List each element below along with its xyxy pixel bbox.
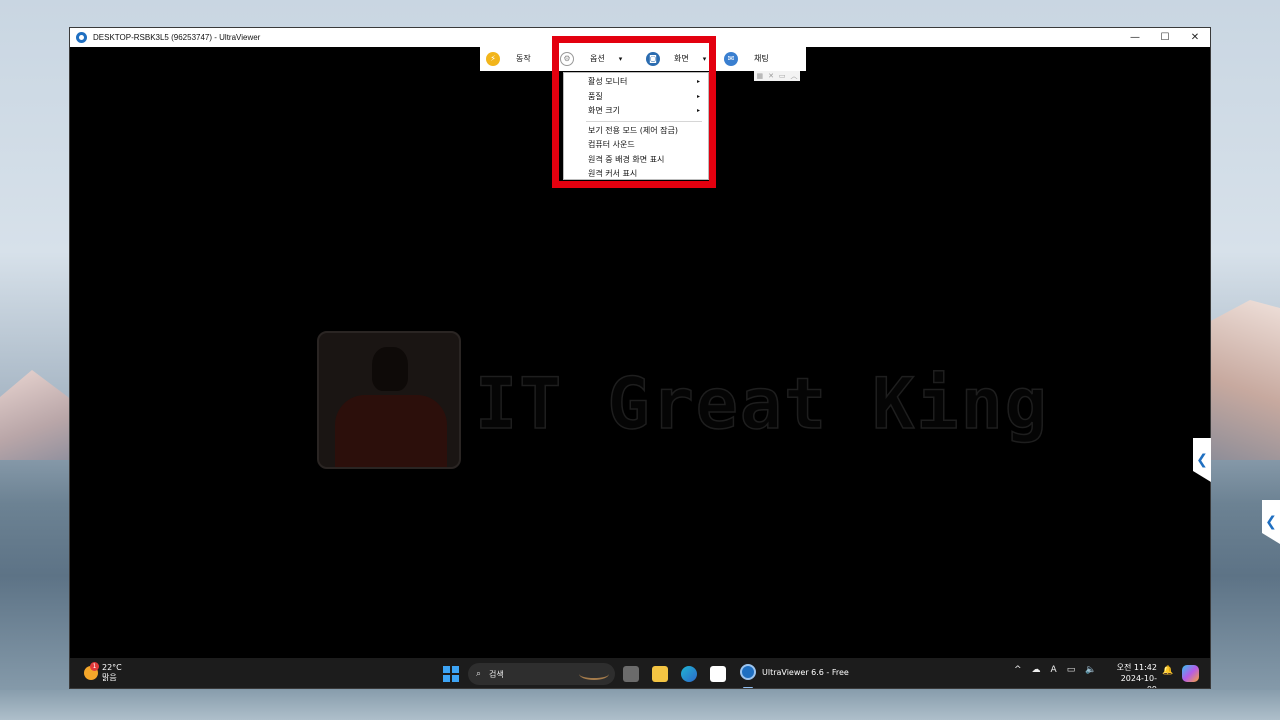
menu-item-label: 화면 크기 <box>588 106 620 115</box>
task-view-icon[interactable] <box>623 666 639 682</box>
toolbar-action-button[interactable]: ⚡ 동작 <box>486 46 560 71</box>
toolbar-screen-button[interactable]: ◙ 화면 ▾ <box>646 46 724 71</box>
system-tray: ^ ☁ A ▭ 🔈 <box>1014 665 1096 675</box>
options-chevron-down-icon[interactable]: ▾ <box>619 55 623 63</box>
menu-item-label: 활성 모니터 <box>588 77 628 86</box>
tray-chevron-up-icon[interactable]: ^ <box>1014 665 1022 675</box>
clock-time: 오전 11:42 <box>1116 663 1157 672</box>
taskbar-ultraviewer-app[interactable]: UltraViewer 6.6 - Free <box>740 664 849 680</box>
taskbar-ultraviewer-label: UltraViewer 6.6 - Free <box>762 667 849 677</box>
menu-item-active-monitor[interactable]: 활성 모니터 ▸ <box>564 75 708 90</box>
desktop-side-panel-toggle[interactable]: ❮ <box>1262 500 1280 544</box>
submenu-arrow-icon: ▸ <box>696 92 700 100</box>
close-button[interactable]: ✕ <box>1180 28 1210 47</box>
weather-badge: 1 <box>90 662 99 671</box>
menu-item-label: 품질 <box>588 91 603 101</box>
sun-icon: 1 <box>84 662 99 680</box>
screen-chevron-down-icon[interactable]: ▾ <box>703 55 707 63</box>
volume-icon[interactable]: 🔈 <box>1085 665 1096 675</box>
display-icon[interactable]: ▭ <box>1067 665 1076 675</box>
menu-item-label: 원격 커서 표시 <box>588 169 638 178</box>
edge-browser-icon[interactable] <box>681 666 697 682</box>
toolbar-options-button[interactable]: ⚙ 옵션 ▾ <box>560 46 646 71</box>
toolbar-mini-controls: ▦ ✕ ▭ ︿ <box>754 71 800 81</box>
menu-item-label: 원격 중 배경 화면 표시 <box>588 154 665 164</box>
ultraviewer-window: DESKTOP-RSBK3L5 (96253747) - UltraViewer… <box>69 27 1211 689</box>
toolbar-chat-button[interactable]: ✉ 채팅 <box>724 46 794 71</box>
toolbar-action-label: 동작 <box>516 54 531 63</box>
window-icon[interactable]: ▭ <box>779 72 786 80</box>
weather-temp: 22°C <box>102 663 122 672</box>
submenu-arrow-icon: ▸ <box>696 107 700 114</box>
menu-item-show-wallpaper[interactable]: 원격 중 배경 화면 표시 <box>564 153 708 168</box>
gear-icon: ⚙ <box>560 51 574 66</box>
desktop-wallpaper-mountain-right <box>1205 300 1280 460</box>
copilot-icon[interactable] <box>1182 665 1199 682</box>
file-explorer-icon[interactable] <box>652 666 668 682</box>
pin-icon[interactable]: ▦ <box>756 72 763 80</box>
window-title: DESKTOP-RSBK3L5 (96253747) - UltraViewer <box>93 33 261 42</box>
watermark-text: IT Great King <box>474 362 1049 446</box>
minimize-button[interactable]: — <box>1120 28 1150 47</box>
menu-separator <box>586 120 702 122</box>
window-titlebar[interactable]: DESKTOP-RSBK3L5 (96253747) - UltraViewer… <box>70 28 1210 47</box>
toolbar-chat-label: 채팅 <box>754 54 769 63</box>
windows-start-icon[interactable] <box>443 666 459 682</box>
remote-taskbar: 1 22°C 맑음 ⌕ 검색 UltraViewer 6.6 - Free ^ … <box>70 658 1210 688</box>
microsoft-store-icon[interactable] <box>710 666 726 682</box>
notification-bell-icon[interactable]: 🔔 <box>1162 666 1173 676</box>
ultraviewer-app-icon <box>76 32 87 43</box>
options-dropdown-menu: 활성 모니터 ▸ 품질 ▸ 화면 크기 ▸ 보기 전용 모드 (제어 잠금) 컴… <box>563 72 709 180</box>
menu-item-label: 보기 전용 모드 (제어 잠금) <box>588 125 679 135</box>
watermark-logo-body <box>335 395 447 467</box>
taskbar-search[interactable]: ⌕ 검색 <box>468 663 615 685</box>
watermark-logo <box>317 331 461 469</box>
menu-item-screen-size[interactable]: 화면 크기 ▸ <box>564 104 708 119</box>
network-off-icon[interactable]: ☁ <box>1032 665 1041 675</box>
search-highlight-decoration <box>579 668 609 680</box>
taskbar-clock[interactable]: 오전 11:42 2024-10-09 <box>1115 662 1157 688</box>
weather-condition: 맑음 <box>102 673 117 682</box>
window-controls: — ☐ ✕ <box>1120 28 1210 47</box>
watermark-logo-head <box>372 347 408 391</box>
menu-item-show-remote-cursor[interactable]: 원격 커서 표시 <box>564 167 708 182</box>
remote-toolbar: ⚡ 동작 ⚙ 옵션 ▾ ◙ 화면 ▾ ✉ 채팅 <box>480 46 806 71</box>
search-placeholder: 검색 <box>489 669 504 679</box>
menu-item-label: 컴퓨터 사운드 <box>588 140 635 149</box>
toolbar-options-label: 옵션 <box>590 54 605 63</box>
active-app-indicator <box>743 687 753 688</box>
close-toolbar-icon[interactable]: ✕ <box>768 72 774 80</box>
collapse-icon[interactable]: ︿ <box>791 71 798 81</box>
desktop-wallpaper-mountain-left <box>0 370 80 460</box>
chevron-left-icon: ❮ <box>1196 452 1208 468</box>
clock-date: 2024-10-09 <box>1120 674 1157 688</box>
ultraviewer-taskbar-icon <box>740 664 756 680</box>
ime-indicator[interactable]: A <box>1051 665 1057 675</box>
weather-widget[interactable]: 1 22°C 맑음 <box>84 662 122 683</box>
screen-icon: ◙ <box>646 51 660 66</box>
maximize-button[interactable]: ☐ <box>1150 28 1180 47</box>
search-icon: ⌕ <box>476 669 482 679</box>
chat-icon: ✉ <box>724 51 738 66</box>
toolbar-screen-label: 화면 <box>674 54 689 63</box>
weather-text: 22°C 맑음 <box>102 663 122 683</box>
menu-item-quality[interactable]: 품질 ▸ <box>564 90 708 105</box>
submenu-arrow-icon: ▸ <box>696 78 700 85</box>
desktop-wallpaper-water <box>0 690 1280 720</box>
menu-item-computer-sound[interactable]: 컴퓨터 사운드 <box>564 138 708 153</box>
lightning-icon: ⚡ <box>486 51 500 66</box>
chevron-left-icon: ❮ <box>1265 514 1277 530</box>
menu-item-view-only-mode[interactable]: 보기 전용 모드 (제어 잠금) <box>564 124 708 139</box>
